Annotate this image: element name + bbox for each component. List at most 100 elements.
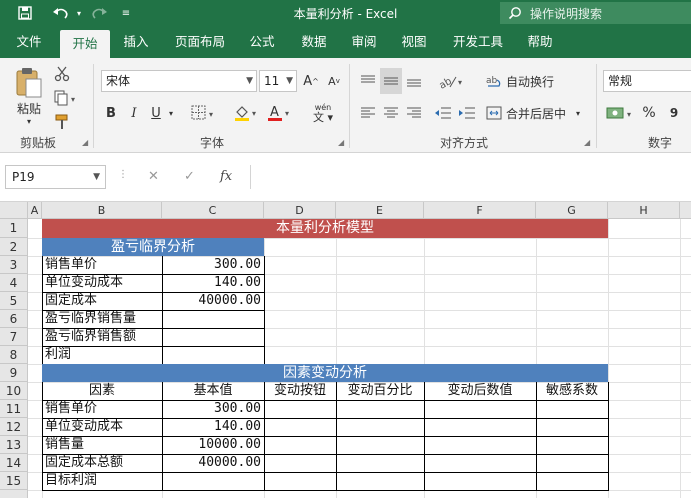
row-header[interactable]: 8 (0, 346, 28, 364)
row-header[interactable]: 4 (0, 274, 28, 292)
section1-value-cell[interactable]: 300.00 (162, 256, 264, 274)
tab-data[interactable]: 数据 (292, 26, 336, 58)
wrap-text-button[interactable]: ab 自动换行 (486, 70, 562, 92)
section2-value-cell[interactable] (162, 472, 264, 490)
column-header-h[interactable]: H (608, 202, 680, 219)
section2-value-cell[interactable]: 40000.00 (162, 454, 264, 472)
column-header-b[interactable]: B (42, 202, 162, 219)
copy-icon[interactable]: ▾ (52, 88, 80, 108)
row-header[interactable]: 9 (0, 364, 28, 382)
column-header-f[interactable]: F (424, 202, 536, 219)
alignment-launcher-icon[interactable]: ◢ (584, 138, 590, 147)
grow-font-button[interactable]: A ^ (301, 70, 321, 92)
section2-col-header[interactable]: 变动按钮 (264, 382, 336, 400)
align-left-icon[interactable] (358, 102, 378, 124)
underline-dropdown-icon[interactable]: ▾ (165, 102, 177, 124)
section2-col-header[interactable]: 变动后数值 (424, 382, 536, 400)
shrink-font-button[interactable]: Av (324, 70, 344, 92)
comma-style-button[interactable]: 9 (664, 102, 684, 124)
row-header[interactable]: 1 (0, 219, 28, 238)
section2-label-cell[interactable]: 目标利润 (42, 472, 162, 490)
paste-button[interactable]: 粘贴 (10, 100, 48, 116)
align-right-icon[interactable] (404, 102, 424, 124)
section2-col-header[interactable]: 基本值 (162, 382, 264, 400)
tab-help[interactable]: 帮助 (518, 26, 562, 58)
formula-input[interactable] (250, 165, 691, 189)
font-name-combo[interactable]: 宋体 ▼ (101, 70, 257, 92)
italic-button[interactable]: I (124, 102, 144, 124)
tab-home[interactable]: 开始 (60, 30, 110, 58)
bold-button[interactable]: B (101, 102, 121, 124)
section2-col-header[interactable]: 因素 (42, 382, 162, 400)
section1-label-cell[interactable]: 固定成本 (42, 292, 162, 310)
section1-label-cell[interactable]: 盈亏临界销售量 (42, 310, 162, 328)
decrease-indent-icon[interactable] (432, 102, 454, 124)
section2-value-cell[interactable]: 300.00 (162, 400, 264, 418)
section1-value-cell[interactable] (162, 328, 264, 346)
row-header[interactable]: 6 (0, 310, 28, 328)
section2-value-cell[interactable]: 10000.00 (162, 436, 264, 454)
section2-header[interactable]: 因素变动分析 (42, 364, 608, 382)
number-format-combo[interactable]: 常规 (603, 70, 691, 92)
section1-value-cell[interactable]: 40000.00 (162, 292, 264, 310)
section1-value-cell[interactable] (162, 346, 264, 364)
column-header-c[interactable]: C (162, 202, 264, 219)
percent-style-button[interactable]: % (640, 102, 658, 124)
more-options-icon[interactable]: ⋮ (118, 169, 128, 180)
cancel-icon[interactable]: ✕ (148, 169, 159, 184)
orientation-icon[interactable]: ab ▾ (436, 70, 468, 92)
select-all-corner[interactable] (0, 202, 28, 219)
row-header[interactable]: 3 (0, 256, 28, 274)
tab-developer[interactable]: 开发工具 (444, 26, 512, 58)
section1-label-cell[interactable]: 盈亏临界销售额 (42, 328, 162, 346)
section1-value-cell[interactable] (162, 310, 264, 328)
row-header[interactable]: 2 (0, 238, 28, 256)
enter-icon[interactable]: ✓ (184, 169, 195, 184)
section2-label-cell[interactable]: 固定成本总额 (42, 454, 162, 472)
tab-review[interactable]: 审阅 (342, 26, 386, 58)
insert-function-icon[interactable]: fx (220, 169, 232, 184)
row-header[interactable]: 12 (0, 418, 28, 436)
row-header[interactable]: 11 (0, 400, 28, 418)
borders-icon[interactable]: ▾ (189, 102, 219, 124)
merge-center-button[interactable]: 合并后居中 ▾ (486, 102, 586, 124)
section1-label-cell[interactable]: 单位变动成本 (42, 274, 162, 292)
increase-indent-icon[interactable] (456, 102, 478, 124)
section1-header[interactable]: 盈亏临界分析 (42, 238, 264, 256)
row-header[interactable]: 5 (0, 292, 28, 310)
fill-color-icon[interactable]: ▾ (232, 102, 262, 124)
align-middle-icon[interactable] (380, 68, 402, 94)
tab-view[interactable]: 视图 (392, 26, 436, 58)
row-header[interactable]: 15 (0, 472, 28, 490)
tab-formulas[interactable]: 公式 (240, 26, 284, 58)
row-header[interactable]: 7 (0, 328, 28, 346)
section2-label-cell[interactable]: 销售量 (42, 436, 162, 454)
section1-label-cell[interactable]: 利润 (42, 346, 162, 364)
column-header-a[interactable]: A (28, 202, 42, 219)
worksheet-grid[interactable]: A B C D E F G H 1 2 3 4 5 6 7 8 9 10 11 … (0, 202, 691, 498)
font-color-button[interactable]: A ▾ (265, 102, 295, 124)
section1-value-cell[interactable]: 140.00 (162, 274, 264, 292)
section2-col-header[interactable]: 敏感系数 (536, 382, 608, 400)
format-painter-icon[interactable] (52, 112, 72, 132)
model-title[interactable]: 本量利分析模型 (42, 219, 608, 238)
column-header-e[interactable]: E (336, 202, 424, 219)
underline-button[interactable]: U (147, 102, 165, 124)
column-header-g[interactable]: G (536, 202, 608, 219)
section2-col-header[interactable]: 变动百分比 (336, 382, 424, 400)
phonetic-guide-button[interactable]: wén 文 ▾ (306, 100, 340, 126)
section2-value-cell[interactable]: 140.00 (162, 418, 264, 436)
row-header[interactable]: 14 (0, 454, 28, 472)
section2-label-cell[interactable]: 销售单价 (42, 400, 162, 418)
tab-file[interactable]: 文件 (6, 26, 52, 58)
column-header-d[interactable]: D (264, 202, 336, 219)
tab-page-layout[interactable]: 页面布局 (166, 26, 234, 58)
currency-format-icon[interactable]: ▾ (604, 102, 638, 124)
section2-label-cell[interactable]: 单位变动成本 (42, 418, 162, 436)
font-size-combo[interactable]: 11 ▼ (259, 70, 297, 92)
paste-icon[interactable] (12, 66, 46, 100)
clipboard-launcher-icon[interactable]: ◢ (82, 138, 88, 147)
row-header[interactable]: 13 (0, 436, 28, 454)
tab-insert[interactable]: 插入 (114, 26, 158, 58)
font-launcher-icon[interactable]: ◢ (338, 138, 344, 147)
